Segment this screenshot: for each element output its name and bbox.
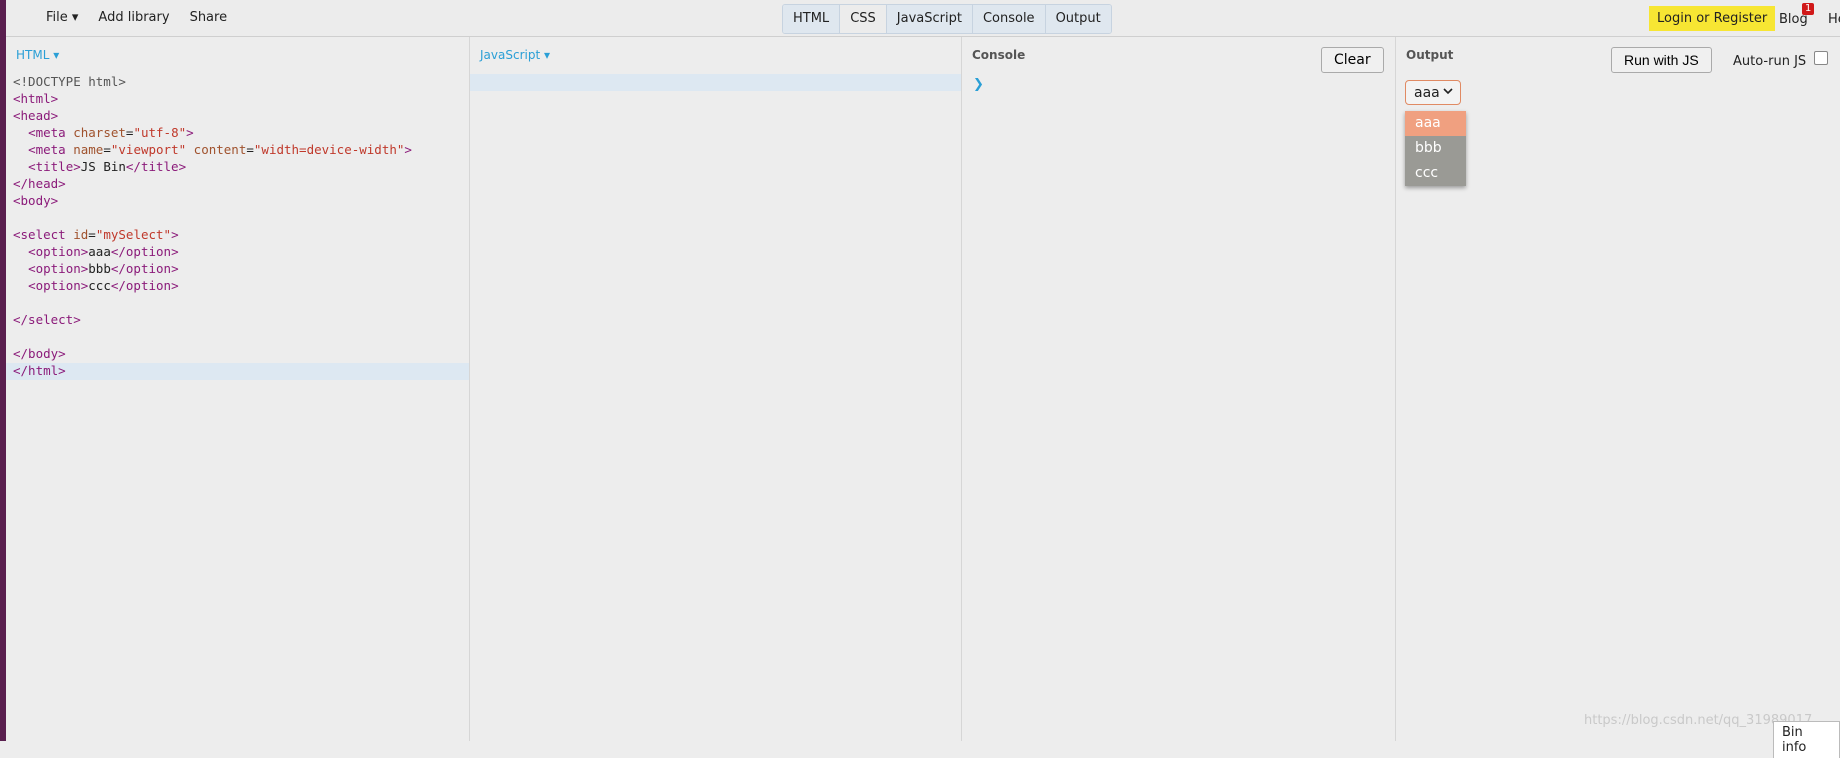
console-prompt-icon[interactable]: ❯: [973, 77, 984, 92]
output-panel-title: Output: [1406, 48, 1454, 62]
select-option-bbb[interactable]: bbb: [1405, 136, 1466, 161]
code-line: <html>: [13, 91, 59, 106]
tab-javascript[interactable]: JavaScript: [886, 5, 973, 33]
console-clear-button[interactable]: Clear: [1321, 47, 1384, 73]
tab-output[interactable]: Output: [1045, 5, 1111, 33]
javascript-panel-title[interactable]: JavaScript ▾: [480, 48, 550, 62]
code-line: </select>: [13, 312, 81, 327]
share-menu[interactable]: Share: [190, 10, 228, 25]
code-line: <!DOCTYPE html>: [13, 74, 126, 89]
select-current-value: aaa: [1414, 85, 1440, 101]
code-line: <title>JS Bin</title>: [28, 159, 187, 174]
javascript-editor-panel[interactable]: JavaScript ▾: [470, 37, 962, 741]
main-menu: File ▾ Add library Share: [46, 10, 227, 25]
code-line-active: </html>: [6, 363, 469, 380]
my-select-dropdown[interactable]: aaa: [1405, 80, 1461, 105]
panel-toggle-tabs: HTML CSS JavaScript Console Output: [782, 4, 1112, 34]
select-option-aaa[interactable]: aaa: [1405, 111, 1466, 136]
code-line: </head>: [13, 176, 66, 191]
code-line: <meta charset="utf-8">: [28, 125, 194, 140]
javascript-active-line: [470, 74, 961, 91]
blog-notification-badge: 1: [1802, 3, 1815, 15]
html-editor-panel: HTML ▾ <!DOCTYPE html> <html> <head> <me…: [6, 37, 470, 741]
code-line: <option>aaa</option>: [28, 244, 179, 259]
top-toolbar: File ▾ Add library Share HTML CSS JavaSc…: [6, 0, 1840, 37]
code-line: <select id="mySelect">: [13, 227, 179, 242]
select-options-list: aaa bbb ccc: [1405, 111, 1466, 186]
select-option-ccc[interactable]: ccc: [1405, 161, 1466, 186]
run-with-js-button[interactable]: Run with JS: [1611, 47, 1712, 73]
bin-info-button[interactable]: Bin info: [1773, 721, 1840, 758]
tab-html[interactable]: HTML: [783, 5, 841, 33]
console-panel: Console Clear ❯: [962, 37, 1396, 741]
console-panel-title: Console: [972, 48, 1026, 62]
auto-run-js-label: Auto-run JS: [1733, 54, 1807, 69]
file-menu[interactable]: File ▾: [46, 10, 78, 25]
help-link[interactable]: Help: [1828, 12, 1840, 27]
code-line: <option>bbb</option>: [28, 261, 179, 276]
html-code-editor[interactable]: <!DOCTYPE html> <html> <head> <meta char…: [6, 74, 469, 380]
tab-console[interactable]: Console: [972, 5, 1046, 33]
code-line: </body>: [13, 346, 66, 361]
code-line: <head>: [13, 108, 59, 123]
html-panel-title[interactable]: HTML ▾: [16, 48, 59, 62]
tab-css[interactable]: CSS: [840, 5, 887, 33]
output-panel: Output Run with JS Auto-run JS aaa aaa b…: [1396, 37, 1840, 741]
chevron-down-icon: [1443, 81, 1453, 106]
add-library-menu[interactable]: Add library: [98, 10, 169, 25]
code-line: <option>ccc</option>: [28, 278, 179, 293]
auto-run-js-checkbox[interactable]: [1814, 51, 1828, 65]
code-line: <meta name="viewport" content="width=dev…: [28, 142, 412, 157]
login-register-button[interactable]: Login or Register: [1649, 6, 1776, 31]
code-line: <body>: [13, 193, 59, 208]
